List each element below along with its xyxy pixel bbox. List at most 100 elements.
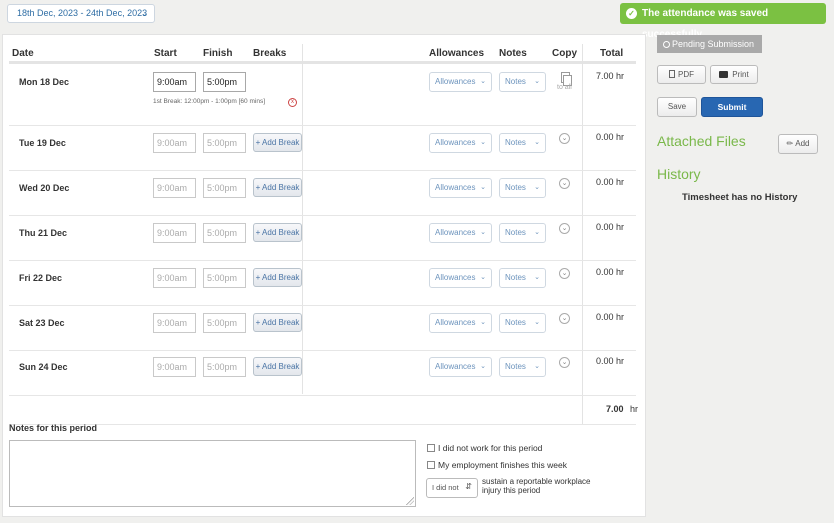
- pdf-label: PDF: [678, 70, 694, 79]
- chevron-down-icon: ⌄: [534, 363, 540, 370]
- start-time-input[interactable]: 9:00am: [153, 223, 196, 243]
- start-time-input[interactable]: 9:00am: [153, 133, 196, 153]
- add-break-button[interactable]: + Add Break: [253, 178, 302, 197]
- start-time-input[interactable]: 9:00am: [153, 72, 196, 92]
- notes-dropdown[interactable]: Notes ⌄: [499, 72, 546, 92]
- allowances-label: Allowances: [435, 362, 476, 371]
- chevron-down-icon: ⌄: [480, 78, 486, 85]
- start-time-input[interactable]: 9:00am: [153, 268, 196, 288]
- notes-dropdown[interactable]: Notes ⌄: [499, 268, 546, 288]
- col-header-total: Total: [600, 48, 624, 59]
- row-day: Fri 22 Dec: [19, 273, 63, 283]
- row-divider: [9, 305, 636, 306]
- status-label: Pending Submission: [672, 39, 755, 49]
- add-break-button[interactable]: + Add Break: [253, 133, 302, 152]
- notes-dropdown[interactable]: Notes ⌄: [499, 313, 546, 333]
- col-header-allowances: Allowances: [429, 48, 485, 59]
- copy-down-icon[interactable]: ⌄: [559, 313, 570, 324]
- row-day: Tue 19 Dec: [19, 138, 66, 148]
- allowances-dropdown[interactable]: Allowances ⌄: [429, 223, 492, 243]
- did-not-work-checkbox[interactable]: [427, 444, 435, 452]
- success-banner: ✓ The attendance was saved successfully.: [620, 3, 826, 40]
- row-total: 0.00 hr: [596, 222, 625, 232]
- copy-down-icon[interactable]: ⌄: [559, 133, 570, 144]
- row-day: Sun 24 Dec: [19, 362, 68, 372]
- finish-time-input[interactable]: 5:00pm: [203, 72, 246, 92]
- add-label: Add: [795, 139, 810, 148]
- start-time-input[interactable]: 9:00am: [153, 178, 196, 198]
- chevron-down-icon: ⌄: [534, 229, 540, 236]
- add-file-button[interactable]: ✏ Add: [778, 134, 818, 154]
- chevron-down-icon: ⌄: [480, 229, 486, 236]
- row-total: 0.00 hr: [596, 177, 625, 187]
- chevron-down-icon: ⌄: [480, 274, 486, 281]
- period-select[interactable]: 18th Dec, 2023 - 24th Dec, 2023 ⌄: [7, 4, 155, 23]
- submit-button[interactable]: Submit: [701, 97, 763, 117]
- injury-select-value: I did not: [432, 483, 459, 492]
- notes-dropdown[interactable]: Notes ⌄: [499, 178, 546, 198]
- allowances-label: Allowances: [435, 273, 476, 282]
- finish-time-input[interactable]: 5:00pm: [203, 268, 246, 288]
- attached-files-title: Attached Files: [657, 133, 746, 149]
- copy-down-icon[interactable]: ⌄: [559, 223, 570, 234]
- allowances-dropdown[interactable]: Allowances ⌄: [429, 133, 492, 153]
- allowances-label: Allowances: [435, 318, 476, 327]
- row-total: 0.00 hr: [596, 267, 625, 277]
- row-divider: [9, 395, 636, 396]
- finish-time-input[interactable]: 5:00pm: [203, 133, 246, 153]
- period-label: 18th Dec, 2023 - 24th Dec, 2023: [17, 8, 148, 18]
- copy-down-icon[interactable]: ⌄: [559, 268, 570, 279]
- notes-label: Notes: [505, 362, 526, 371]
- notes-dropdown[interactable]: Notes ⌄: [499, 357, 546, 377]
- notes-period-textarea[interactable]: [9, 440, 416, 507]
- status-badge: Pending Submission: [657, 35, 762, 53]
- row-divider: [9, 125, 636, 126]
- copy-to-all-label[interactable]: to all: [557, 84, 572, 91]
- injury-select[interactable]: I did not ⇵: [426, 478, 478, 498]
- break-info: 1st Break: 12:00pm - 1:00pm [60 mins]: [153, 98, 265, 105]
- row-day: Sat 23 Dec: [19, 318, 65, 328]
- chevron-down-icon: ⌄: [141, 9, 148, 18]
- copy-down-icon[interactable]: ⌄: [559, 178, 570, 189]
- employment-finishes-checkbox[interactable]: [427, 461, 435, 469]
- finish-time-input[interactable]: 5:00pm: [203, 313, 246, 333]
- allowances-dropdown[interactable]: Allowances ⌄: [429, 178, 492, 198]
- add-break-button[interactable]: + Add Break: [253, 223, 302, 242]
- no-history-text: Timesheet has no History: [682, 192, 798, 203]
- finish-time-input[interactable]: 5:00pm: [203, 178, 246, 198]
- chevron-down-icon: ⌄: [480, 139, 486, 146]
- start-time-input[interactable]: 9:00am: [153, 357, 196, 377]
- copy-down-icon[interactable]: ⌄: [559, 357, 570, 368]
- allowances-label: Allowances: [435, 138, 476, 147]
- pdf-icon: [669, 70, 675, 78]
- notes-dropdown[interactable]: Notes ⌄: [499, 133, 546, 153]
- allowances-dropdown[interactable]: Allowances ⌄: [429, 72, 492, 92]
- finish-time-input[interactable]: 5:00pm: [203, 223, 246, 243]
- chevron-down-icon: ⌄: [534, 78, 540, 85]
- allowances-label: Allowances: [435, 228, 476, 237]
- allowances-dropdown[interactable]: Allowances ⌄: [429, 313, 492, 333]
- allowances-dropdown[interactable]: Allowances ⌄: [429, 268, 492, 288]
- grand-total-unit: hr: [630, 404, 639, 414]
- row-total: 0.00 hr: [596, 132, 625, 142]
- add-break-button[interactable]: + Add Break: [253, 268, 302, 287]
- chevron-down-icon: ⌄: [480, 363, 486, 370]
- chevron-down-icon: ⌄: [534, 319, 540, 326]
- notes-period-label: Notes for this period: [9, 423, 98, 433]
- resize-grip-icon[interactable]: [406, 497, 414, 505]
- notes-dropdown[interactable]: Notes ⌄: [499, 223, 546, 243]
- total-divider: [9, 424, 636, 425]
- save-button[interactable]: Save: [657, 97, 697, 117]
- allowances-label: Allowances: [435, 183, 476, 192]
- print-button[interactable]: Print: [710, 65, 758, 84]
- notes-label: Notes: [505, 228, 526, 237]
- add-break-button[interactable]: + Add Break: [253, 357, 302, 376]
- pdf-button[interactable]: PDF: [657, 65, 706, 84]
- history-title: History: [657, 166, 701, 182]
- finish-time-input[interactable]: 5:00pm: [203, 357, 246, 377]
- add-break-button[interactable]: + Add Break: [253, 313, 302, 332]
- start-time-input[interactable]: 9:00am: [153, 313, 196, 333]
- remove-break-icon[interactable]: x: [288, 98, 297, 107]
- col-header-start: Start: [154, 48, 177, 59]
- allowances-dropdown[interactable]: Allowances ⌄: [429, 357, 492, 377]
